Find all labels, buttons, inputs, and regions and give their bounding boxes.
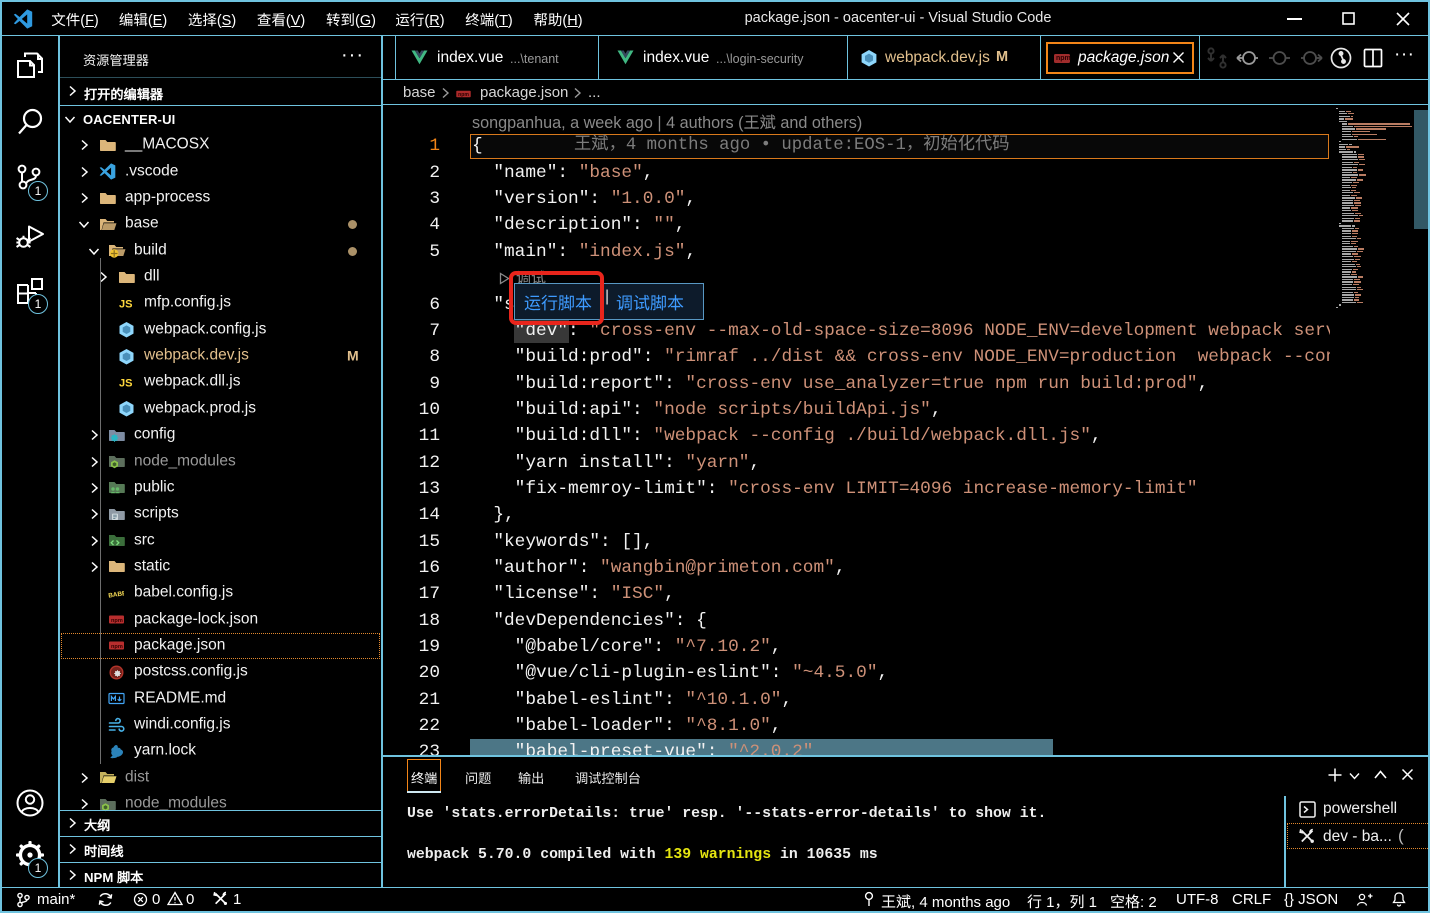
svg-text:npm: npm (111, 644, 123, 650)
svg-text:JS: JS (119, 298, 132, 310)
svg-text:npm: npm (458, 92, 469, 98)
svg-text:BABEL: BABEL (108, 589, 124, 599)
svg-text:JS: JS (119, 377, 132, 389)
svg-text:npm: npm (111, 618, 123, 624)
